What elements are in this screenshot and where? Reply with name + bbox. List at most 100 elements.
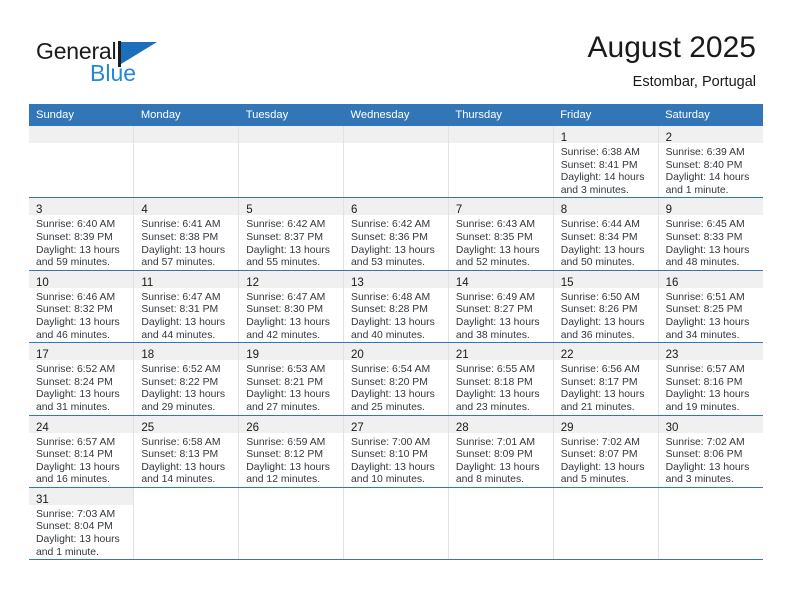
day-number-band: 27: [344, 415, 448, 434]
calendar-day-cell[interactable]: 27 Sunrise: 7:00 AM Sunset: 8:10 PM Dayligh…: [343, 415, 449, 488]
calendar-day-cell[interactable]: 24 Sunrise: 6:57 AM Sunset: 8:14 PM Dayligh…: [29, 415, 135, 488]
calendar-day-cell[interactable]: 31 Sunrise: 7:03 AM Sunset: 8:04 PM Dayligh…: [29, 487, 135, 561]
page-subtitle-location: Estombar, Portugal: [632, 74, 756, 90]
calendar-day-cell[interactable]: 23 Sunrise: 6:57 AM Sunset: 8:16 PM Dayligh…: [658, 342, 763, 416]
day-number: 8: [560, 204, 568, 217]
sunset-time: Sunset: 8:39 PM: [36, 231, 113, 243]
calendar-day-cell[interactable]: 4 Sunrise: 6:41 AM Sunset: 8:38 PM Daylight…: [133, 197, 240, 271]
day-number: 14: [455, 276, 469, 289]
calendar-day-cell[interactable]: 9 Sunrise: 6:45 AM Sunset: 8:33 PM Daylight…: [658, 197, 763, 271]
day-number: 20: [351, 349, 364, 362]
sunset-time: Sunset: 8:13 PM: [141, 449, 219, 461]
calendar-day-cell[interactable]: 16 Sunrise: 6:51 AM Sunset: 8:25 PM Dayligh…: [658, 270, 763, 344]
daylight-duration-line2: and 23 minutes.: [455, 401, 530, 413]
day-number-band: 19: [239, 343, 344, 361]
day-number-band: 31: [29, 487, 134, 506]
calendar-day-cell[interactable]: 30 Sunrise: 7:02 AM Sunset: 8:06 PM Dayligh…: [658, 415, 763, 488]
day-number: 24: [36, 421, 49, 434]
sunrise-time: Sunrise: 6:42 AM: [246, 219, 326, 231]
day-cell-details: Sunrise: 7:02 AM Sunset: 8:07 PM Daylight:…: [554, 433, 658, 487]
calendar-day-cell[interactable]: 6 Sunrise: 6:42 AM Sunset: 8:36 PM Daylight…: [343, 197, 449, 271]
calendar-day-cell[interactable]: 14 Sunrise: 6:49 AM Sunset: 8:27 PM Dayligh…: [448, 270, 554, 344]
daylight-duration-line1: Daylight: 13 hours: [665, 389, 750, 401]
sunset-time: Sunset: 8:09 PM: [455, 449, 533, 461]
day-cell-details: Sunrise: 6:52 AM Sunset: 8:22 PM Daylight:…: [134, 360, 238, 414]
general-blue-logo[interactable]: General Blue: [36, 38, 186, 90]
sunset-time: Sunset: 8:30 PM: [246, 304, 324, 316]
daylight-duration-line2: and 3 minutes.: [560, 184, 629, 196]
day-cell-details: Sunrise: 6:38 AM Sunset: 8:41 PM Daylight:…: [554, 143, 658, 197]
calendar-empty-cell: [238, 126, 345, 199]
day-number: 17: [36, 349, 49, 362]
calendar-day-cell[interactable]: 10 Sunrise: 6:46 AM Sunset: 8:32 PM Dayligh…: [29, 270, 135, 344]
calendar-day-cell[interactable]: 13 Sunrise: 6:48 AM Sunset: 8:28 PM Dayligh…: [343, 270, 449, 344]
daylight-duration-line1: Daylight: 13 hours: [665, 244, 750, 256]
daylight-duration-line1: Daylight: 13 hours: [141, 461, 226, 473]
calendar-week-row: 3 Sunrise: 6:40 AM Sunset: 8:39 PM Daylight…: [29, 197, 763, 271]
daylight-duration-line2: and 14 minutes.: [141, 474, 216, 486]
sunset-time: Sunset: 8:24 PM: [36, 376, 113, 388]
calendar-day-cell[interactable]: 11 Sunrise: 6:47 AM Sunset: 8:31 PM Dayligh…: [133, 270, 240, 344]
weekday-header-thursday: Thursday: [448, 104, 554, 126]
sunset-time: Sunset: 8:14 PM: [36, 449, 113, 461]
daylight-duration-line1: Daylight: 14 hours: [560, 172, 645, 184]
daylight-duration-line2: and 31 minutes.: [36, 401, 110, 413]
daylight-duration-line1: Daylight: 13 hours: [560, 461, 645, 473]
calendar-day-cell[interactable]: 29 Sunrise: 7:02 AM Sunset: 8:07 PM Dayligh…: [553, 415, 659, 488]
calendar-blank-cell: [658, 487, 763, 561]
sunset-time: Sunset: 8:10 PM: [351, 449, 428, 461]
calendar-day-cell[interactable]: 22 Sunrise: 6:56 AM Sunset: 8:17 PM Dayligh…: [553, 342, 659, 416]
day-number-band-empty: [29, 126, 134, 143]
weekday-header-wednesday: Wednesday: [343, 104, 449, 126]
sunset-time: Sunset: 8:07 PM: [560, 449, 638, 461]
day-number: 7: [455, 204, 463, 217]
daylight-duration-line1: Daylight: 13 hours: [246, 461, 330, 473]
sunrise-time: Sunrise: 7:00 AM: [351, 436, 431, 448]
sunrise-time: Sunrise: 6:54 AM: [351, 364, 431, 376]
day-number: 30: [665, 421, 679, 434]
calendar-day-cell[interactable]: 18 Sunrise: 6:52 AM Sunset: 8:22 PM Dayligh…: [133, 342, 240, 416]
day-number-band-empty: [239, 126, 344, 143]
calendar-day-cell[interactable]: 28 Sunrise: 7:01 AM Sunset: 8:09 PM Dayligh…: [448, 415, 554, 488]
sunrise-time: Sunrise: 7:01 AM: [455, 436, 536, 448]
calendar-day-cell[interactable]: 19 Sunrise: 6:53 AM Sunset: 8:21 PM Dayligh…: [238, 342, 345, 416]
calendar-day-cell[interactable]: 5 Sunrise: 6:42 AM Sunset: 8:37 PM Daylight…: [238, 197, 345, 271]
calendar-day-cell[interactable]: 25 Sunrise: 6:58 AM Sunset: 8:13 PM Dayligh…: [133, 415, 240, 488]
calendar-day-cell[interactable]: 1 Sunrise: 6:38 AM Sunset: 8:41 PM Daylight…: [553, 126, 659, 199]
day-number-band: 8: [553, 198, 658, 217]
day-number-band: 13: [344, 270, 448, 289]
sunrise-time: Sunrise: 6:59 AM: [246, 436, 326, 448]
calendar-day-cell[interactable]: 7 Sunrise: 6:43 AM Sunset: 8:35 PM Daylight…: [448, 197, 554, 271]
day-number-band: 29: [553, 415, 658, 434]
day-number: 1: [560, 132, 568, 144]
day-number-band: 22: [553, 343, 658, 361]
calendar-day-cell[interactable]: 12 Sunrise: 6:47 AM Sunset: 8:30 PM Dayligh…: [238, 270, 345, 344]
calendar-day-cell[interactable]: 20 Sunrise: 6:54 AM Sunset: 8:20 PM Dayligh…: [343, 342, 449, 416]
calendar-day-cell[interactable]: 3 Sunrise: 6:40 AM Sunset: 8:39 PM Daylight…: [29, 197, 135, 271]
page-header: General Blue August 2025 Estombar, Portu…: [0, 0, 792, 100]
calendar-day-cell[interactable]: 8 Sunrise: 6:44 AM Sunset: 8:34 PM Daylight…: [553, 197, 659, 271]
day-number: 29: [560, 421, 574, 434]
day-cell-details: Sunrise: 6:53 AM Sunset: 8:21 PM Daylight:…: [239, 360, 343, 414]
calendar-day-cell[interactable]: 2 Sunrise: 6:39 AM Sunset: 8:40 PM Daylight…: [658, 126, 763, 199]
sunset-time: Sunset: 8:06 PM: [665, 449, 743, 461]
daylight-duration-line2: and 53 minutes.: [351, 257, 425, 269]
daylight-duration-line2: and 25 minutes.: [351, 401, 425, 413]
sunset-time: Sunset: 8:38 PM: [141, 231, 219, 243]
calendar-day-cell[interactable]: 21 Sunrise: 6:55 AM Sunset: 8:18 PM Dayligh…: [448, 342, 554, 416]
calendar-day-cell[interactable]: 26 Sunrise: 6:59 AM Sunset: 8:12 PM Dayligh…: [238, 415, 345, 488]
calendar-blank-cell: [448, 487, 554, 561]
calendar-blank-cell: [133, 487, 240, 561]
calendar-day-cell[interactable]: 15 Sunrise: 6:50 AM Sunset: 8:26 PM Dayligh…: [553, 270, 659, 344]
day-number-band: 4: [134, 198, 239, 216]
daylight-duration-line2: and 19 minutes.: [665, 401, 740, 413]
weekday-header-sunday: Sunday: [29, 104, 134, 126]
day-cell-details: Sunrise: 6:49 AM Sunset: 8:27 PM Daylight:…: [449, 288, 553, 342]
daylight-duration-line1: Daylight: 13 hours: [246, 389, 330, 401]
day-number-band: 7: [448, 198, 553, 217]
day-number: 6: [351, 204, 358, 217]
sunset-time: Sunset: 8:35 PM: [455, 231, 533, 243]
day-number-band: 23: [658, 343, 763, 361]
day-cell-details: Sunrise: 6:48 AM Sunset: 8:28 PM Daylight:…: [344, 288, 448, 342]
calendar-day-cell[interactable]: 17 Sunrise: 6:52 AM Sunset: 8:24 PM Dayligh…: [29, 342, 135, 416]
